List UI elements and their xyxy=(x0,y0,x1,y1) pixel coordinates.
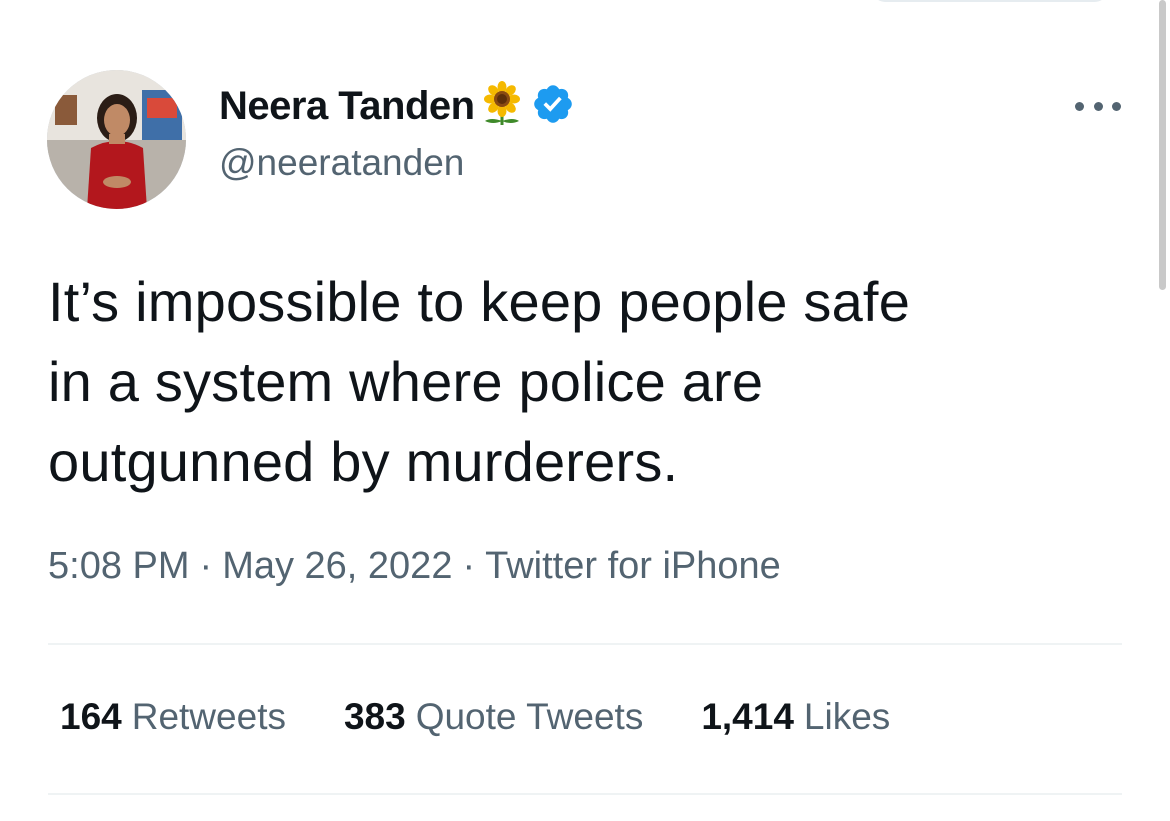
sunflower-icon xyxy=(479,80,525,132)
tweet-text-line: outgunned by murderers. xyxy=(48,430,679,493)
avatar-image xyxy=(47,70,186,209)
more-options-icon[interactable] xyxy=(1075,99,1121,113)
likes-count: 1,414 xyxy=(701,696,794,737)
quote-tweets-label: Quote Tweets xyxy=(415,696,644,737)
tweet-stats: 164 Retweets 383 Quote Tweets 1,414 Likes xyxy=(60,696,890,738)
quote-tweets-stat[interactable]: 383 Quote Tweets xyxy=(344,696,643,738)
tweet-source[interactable]: Twitter for iPhone xyxy=(485,545,781,587)
display-name[interactable]: Neera Tanden xyxy=(219,84,475,129)
tweet-text: It’s impossible to keep people safe in a… xyxy=(48,262,1128,502)
divider xyxy=(48,643,1122,645)
retweets-stat[interactable]: 164 Retweets xyxy=(60,696,286,738)
scrollbar[interactable] xyxy=(1159,0,1166,290)
author-name-row[interactable]: Neera Tanden xyxy=(219,80,575,132)
avatar[interactable] xyxy=(47,70,186,209)
likes-label: Likes xyxy=(803,696,891,737)
divider xyxy=(48,793,1122,795)
tweet-date[interactable]: May 26, 2022 xyxy=(222,545,452,587)
likes-stat[interactable]: 1,414 Likes xyxy=(701,696,890,738)
author-handle[interactable]: @neeratanden xyxy=(219,142,464,184)
tweet-text-line: It’s impossible to keep people safe xyxy=(48,270,911,333)
quote-tweets-count: 383 xyxy=(343,696,406,737)
retweets-label: Retweets xyxy=(131,696,286,737)
meta-separator: · xyxy=(199,545,213,587)
top-pill-button[interactable] xyxy=(870,0,1110,2)
verified-badge-icon xyxy=(531,82,575,131)
retweets-count: 164 xyxy=(60,696,122,737)
tweet-meta: 5:08 PM · May 26, 2022 · Twitter for iPhone xyxy=(48,545,781,588)
tweet-text-line: in a system where police are xyxy=(48,350,764,413)
meta-separator: · xyxy=(462,545,476,587)
tweet-time[interactable]: 5:08 PM xyxy=(48,545,190,587)
